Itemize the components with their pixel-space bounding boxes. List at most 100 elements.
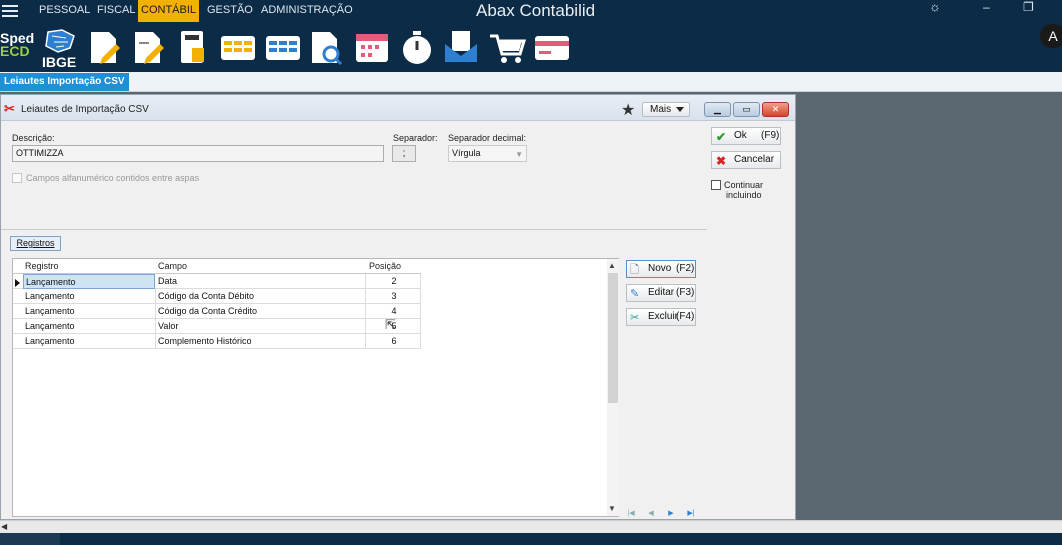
edit-icon: ✎ (630, 288, 640, 300)
delete-icon: ✂ (630, 312, 640, 324)
mais-dropdown-button[interactable]: Mais (642, 102, 690, 117)
tab-registros[interactable]: Registros (10, 236, 61, 251)
document-edit-icon[interactable] (132, 28, 166, 66)
ok-button[interactable]: ✔ Ok (F9) (711, 127, 781, 145)
table-row[interactable]: Lançamento Código da Conta Crédito 4 (13, 304, 421, 319)
cancelar-button[interactable]: ✖ Cancelar (711, 151, 781, 169)
table-yellow-icon[interactable] (220, 28, 255, 66)
scroll-up-icon[interactable]: ▲ (608, 261, 616, 270)
card-icon[interactable] (533, 28, 569, 66)
scrollbar-thumb[interactable] (608, 273, 618, 403)
excluir-shortcut: (F4) (676, 311, 695, 322)
calculator-icon[interactable] (177, 28, 211, 66)
menu-item-gestao[interactable]: GESTÃO (204, 0, 256, 22)
stopwatch-icon[interactable] (400, 28, 434, 66)
table-row[interactable]: Lançamento Data 2 (13, 274, 421, 289)
cell-campo[interactable]: Data (156, 274, 366, 289)
column-header-campo[interactable]: Campo (158, 261, 187, 271)
continuar-incluindo-label: Continuar incluindo (724, 180, 763, 200)
registros-grid: Registro Campo Posição Lançamento Data 2… (12, 258, 619, 517)
cell-campo[interactable]: Complemento Histórico (156, 334, 366, 349)
column-header-posicao[interactable]: Posição (369, 261, 401, 271)
translate-icon[interactable]: A (1040, 24, 1062, 48)
grid-vertical-scrollbar[interactable]: ▲ ▼ (607, 259, 619, 516)
next-record-icon[interactable]: ▶ (662, 509, 680, 519)
cell-campo[interactable]: Código da Conta Débito (156, 289, 366, 304)
cart-icon[interactable] (488, 28, 527, 66)
document-edit-icon[interactable] (88, 28, 122, 66)
previous-record-icon[interactable]: ◀ (642, 509, 660, 519)
excluir-button[interactable]: ✂ Excluir (F4) (626, 308, 696, 326)
horizontal-scrollbar[interactable]: ◀ (0, 520, 1062, 533)
tab-strip: Leiautes Importação CSV (0, 72, 1062, 92)
scroll-down-icon[interactable]: ▼ (608, 504, 616, 513)
theme-sun-icon[interactable]: ☼ (929, 0, 941, 18)
cell-campo[interactable]: Valor (156, 319, 366, 334)
mais-label: Mais (650, 104, 672, 115)
status-bar (0, 533, 1062, 545)
ibge-map-icon (45, 29, 75, 53)
aspas-checkbox[interactable] (12, 173, 22, 183)
first-record-icon[interactable]: |◀ (622, 509, 640, 519)
document-search-icon[interactable] (309, 28, 343, 66)
cell-registro[interactable]: Lançamento (23, 274, 155, 289)
table-row[interactable]: Lançamento Complemento Histórico 6 (13, 334, 421, 349)
editar-label: Editar (648, 287, 675, 298)
ok-shortcut: (F9) (761, 130, 780, 141)
close-icon: ✖ (716, 154, 727, 168)
cell-registro[interactable]: Lançamento (23, 319, 156, 334)
calendar-icon[interactable] (354, 28, 388, 66)
menu-item-pessoal[interactable]: PESSOAL (36, 0, 93, 22)
toolbar: Sped ECD IBGE (0, 22, 1062, 72)
hamburger-icon[interactable] (2, 2, 18, 17)
continuar-incluindo-checkbox[interactable] (711, 180, 721, 190)
scroll-left-icon[interactable]: ◀ (1, 522, 7, 531)
sped-ecd-button[interactable]: Sped ECD (0, 31, 36, 59)
minimize-icon[interactable]: – (983, 0, 990, 18)
last-record-icon[interactable]: ▶| (682, 509, 700, 519)
continuar-line2: incluindo (726, 190, 762, 200)
excluir-label: Excluir (648, 311, 679, 322)
restore-icon[interactable]: ❐ (1023, 0, 1034, 18)
status-bar-left-block (0, 533, 60, 545)
dialog-title: Leiautes de Importação CSV (21, 104, 149, 115)
cell-posicao[interactable]: 2 (366, 274, 421, 289)
cell-posicao[interactable]: 3 (366, 289, 421, 304)
record-navigator: |◀ ◀ ▶ ▶| (622, 509, 702, 520)
app-window: PESSOAL FISCAL CONTÁBIL GESTÃO ADMINISTR… (0, 0, 1062, 545)
table-row[interactable]: Lançamento Valor 5 (13, 319, 421, 334)
mail-icon[interactable] (443, 28, 477, 66)
novo-shortcut: (F2) (676, 263, 695, 274)
editar-shortcut: (F3) (676, 287, 695, 298)
dialog-maximize-button[interactable]: ▭ (733, 102, 760, 117)
dialog-minimize-button[interactable]: ▁ (704, 102, 731, 117)
dialog-title-bar: ✂ Leiautes de Importação CSV ★ Mais ▁ ▭ … (1, 95, 795, 121)
ibge-button[interactable]: IBGE (40, 28, 80, 70)
dialog-close-button[interactable]: ✕ (762, 102, 789, 117)
separador-field[interactable]: ; (392, 145, 416, 162)
cell-registro[interactable]: Lançamento (23, 334, 156, 349)
table-row[interactable]: Lançamento Código da Conta Débito 3 (13, 289, 421, 304)
cell-registro[interactable]: Lançamento (23, 304, 156, 319)
editar-button[interactable]: ✎ Editar (F3) (626, 284, 696, 302)
tab-leiautes-importacao-csv[interactable]: Leiautes Importação CSV (0, 73, 129, 91)
cancelar-label: Cancelar (734, 154, 775, 165)
ecd-text: ECD (0, 43, 30, 59)
check-icon: ✔ (716, 130, 727, 144)
chevron-down-icon: ▼ (515, 150, 523, 159)
favorite-star-icon[interactable]: ★ (621, 100, 635, 120)
table-blue-icon[interactable] (265, 28, 300, 66)
novo-button[interactable]: 🗋 Novo (F2) (626, 260, 696, 278)
cell-campo[interactable]: Código da Conta Crédito (156, 304, 366, 319)
column-header-registro[interactable]: Registro (25, 261, 59, 271)
menu-item-administracao[interactable]: ADMINISTRAÇÃO (258, 0, 356, 22)
tools-icon: ✂ (4, 101, 15, 116)
cell-registro[interactable]: Lançamento (23, 289, 156, 304)
separador-decimal-select[interactable]: Vírgula ▼ (448, 145, 527, 162)
menu-item-fiscal[interactable]: FISCAL (94, 0, 139, 22)
descricao-field[interactable]: OTTIMIZZA (12, 145, 384, 162)
cell-posicao[interactable]: 6 (366, 334, 421, 349)
mouse-cursor-icon: ⇱ (385, 317, 396, 332)
continuar-line1: Continuar (724, 180, 764, 190)
menu-item-contabil[interactable]: CONTÁBIL (138, 0, 200, 22)
